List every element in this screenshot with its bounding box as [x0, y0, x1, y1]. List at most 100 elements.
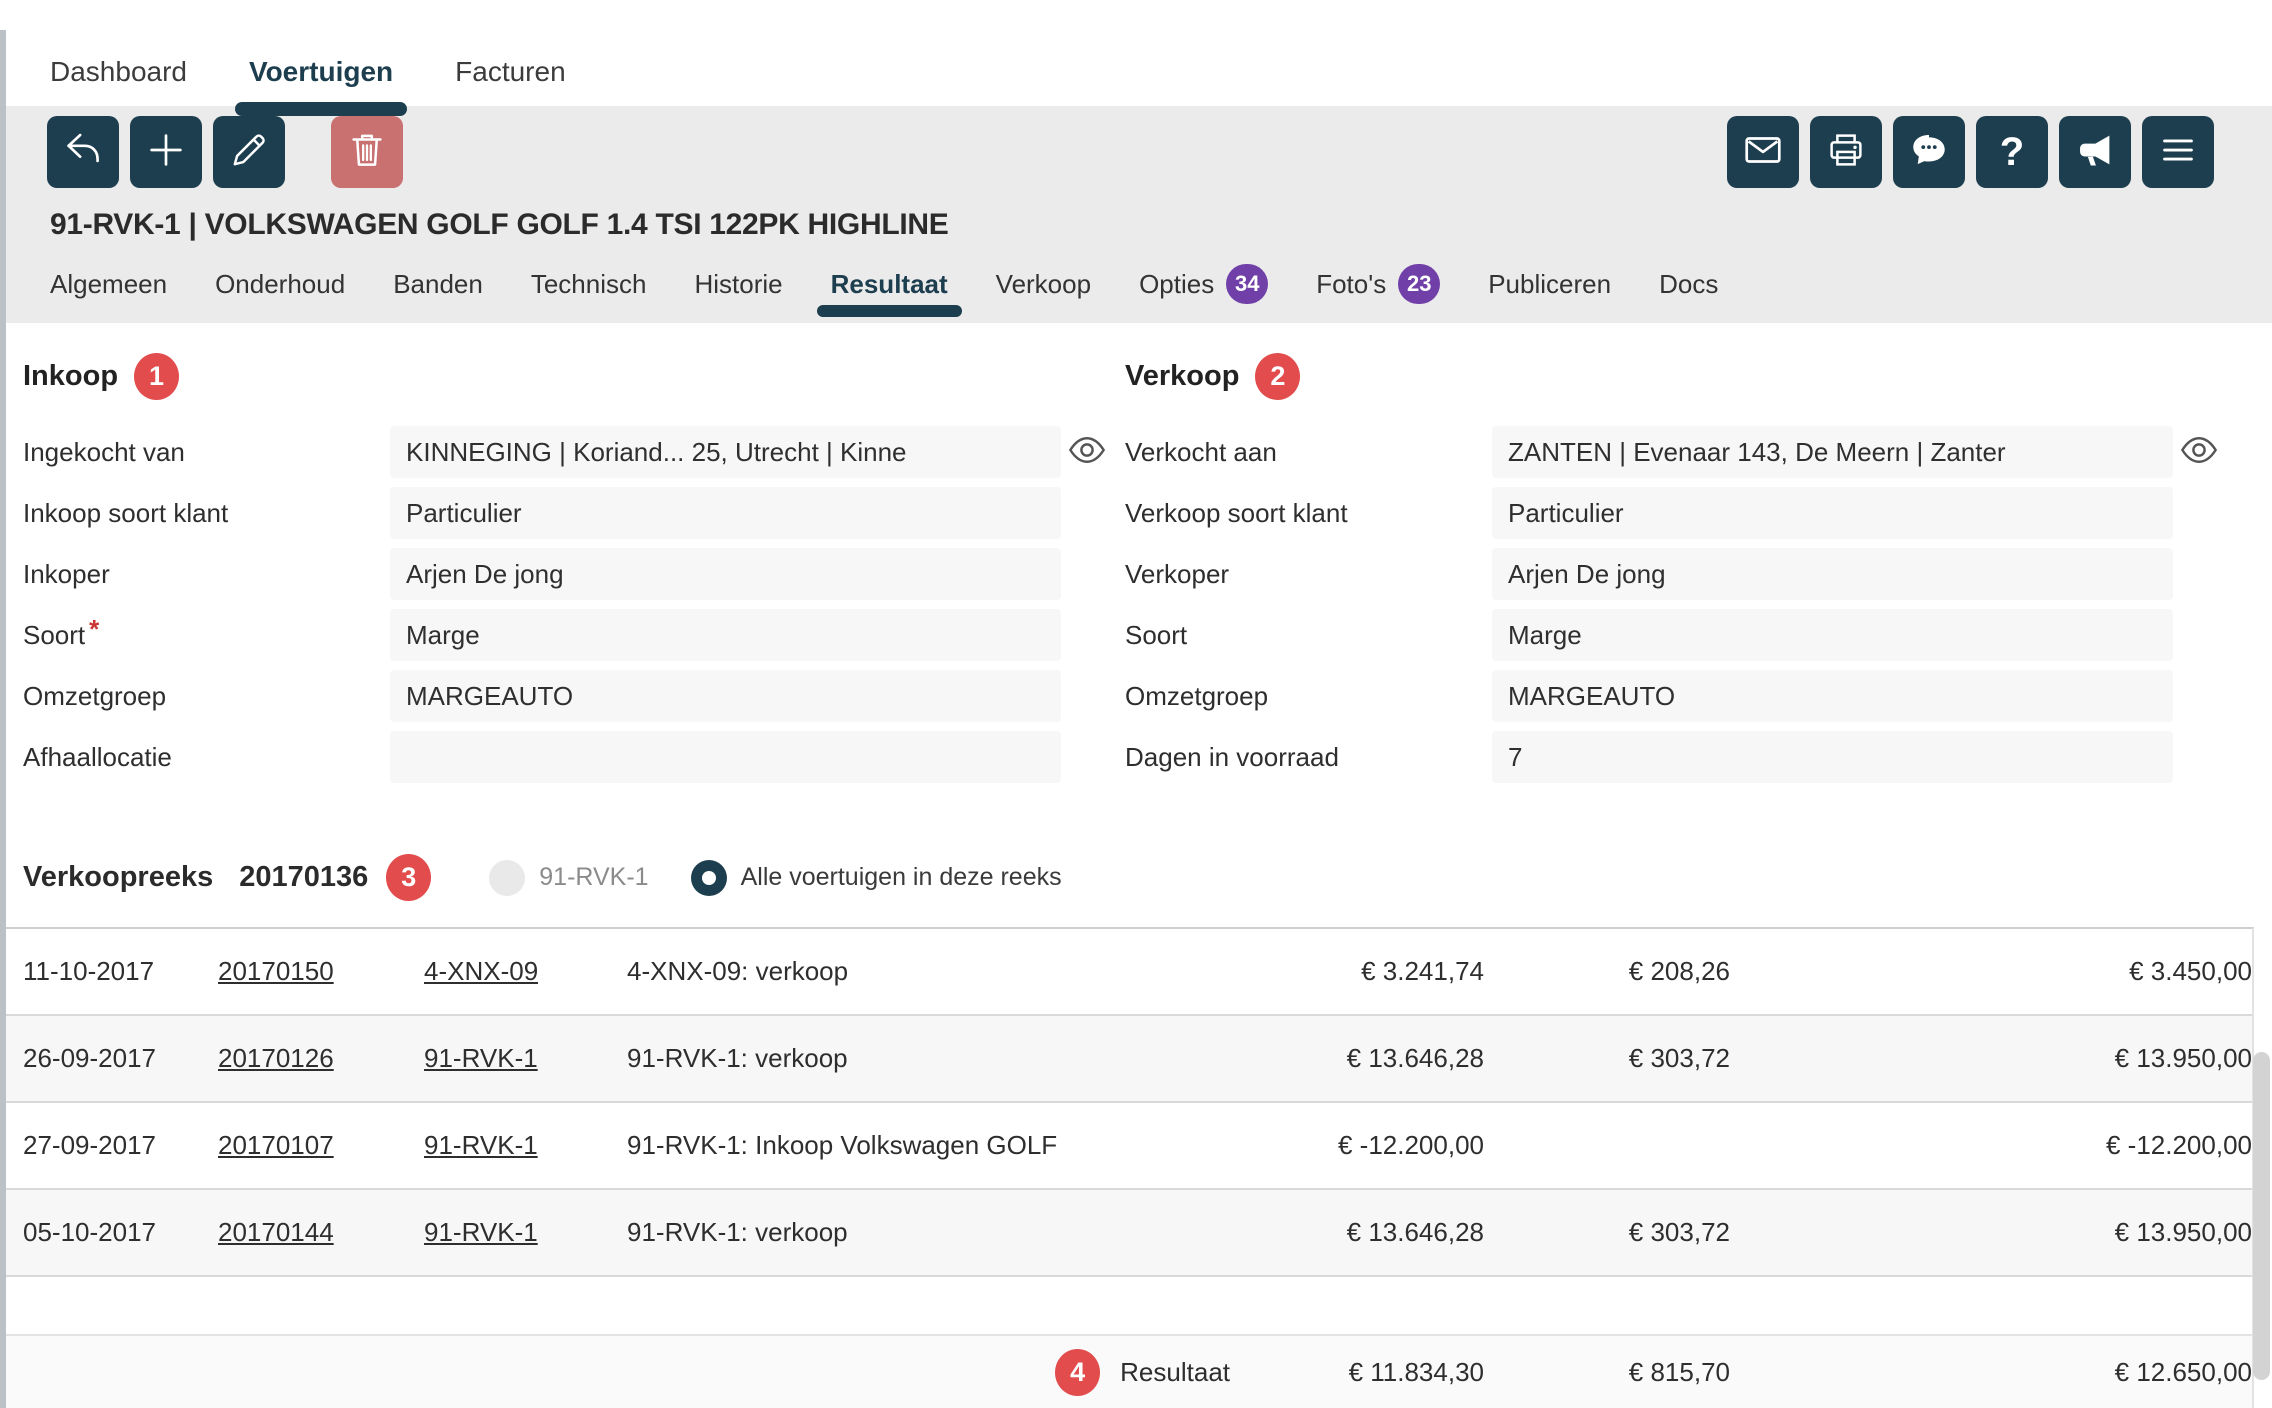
subtab-historie[interactable]: Historie: [694, 269, 782, 300]
tab-facturen[interactable]: Facturen: [455, 56, 566, 88]
row-description: 4-XNX-09: verkoop: [627, 956, 1244, 987]
invoice-link[interactable]: 20170107: [218, 1130, 334, 1161]
printer-icon: [1823, 127, 1869, 178]
inkoper-value[interactable]: Arjen De jong: [390, 548, 1061, 600]
eye-icon: [2178, 429, 2220, 476]
ingekocht-van-value[interactable]: KINNEGING | Koriand... 25, Utrecht | Kin…: [390, 426, 1061, 478]
subtab-banden[interactable]: Banden: [393, 269, 483, 300]
megaphone-icon: [2072, 127, 2118, 178]
invoice-link[interactable]: 20170126: [218, 1043, 334, 1074]
radio-all-vehicles-label[interactable]: Alle voertuigen in deze reeks: [741, 863, 1062, 892]
field-verkoop-soort-klant: Verkoop soort klant Particulier: [1125, 487, 2225, 539]
field-dagen-in-voorraad: Dagen in voorraad 7: [1125, 731, 2225, 783]
subtab-opties[interactable]: Opties 34: [1139, 264, 1268, 304]
add-icon: [143, 127, 189, 178]
app-window: Dashboard Voertuigen Facturen: [0, 0, 2272, 1408]
afhaallocatie-value[interactable]: [390, 731, 1061, 783]
announce-button[interactable]: [2059, 116, 2131, 188]
amount-total: € 3.450,00: [1730, 956, 2252, 987]
back-icon: [60, 127, 106, 178]
edit-pencil-icon: [226, 127, 272, 178]
print-button[interactable]: [1810, 116, 1882, 188]
verkoopreeks-table: 11-10-2017 20170150 4-XNX-09 4-XNX-09: v…: [0, 927, 2254, 1408]
amount-vat: € 208,26: [1484, 956, 1730, 987]
subtab-fotos[interactable]: Foto's 23: [1316, 264, 1440, 304]
view-supplier-button[interactable]: [1061, 429, 1113, 476]
email-button[interactable]: [1727, 116, 1799, 188]
view-customer-button[interactable]: [2173, 429, 2225, 476]
back-button[interactable]: [47, 116, 119, 188]
row-description: 91-RVK-1: verkoop: [627, 1043, 1244, 1074]
subtab-docs[interactable]: Docs: [1659, 269, 1718, 300]
field-inkoop-soort-klant: Inkoop soort klant Particulier: [23, 487, 1113, 539]
eye-icon: [1066, 429, 1108, 476]
subtab-resultaat[interactable]: Resultaat: [831, 269, 948, 300]
amount-total: € 13.950,00: [1730, 1043, 2252, 1074]
radio-single-vehicle[interactable]: [489, 860, 525, 896]
plate-link[interactable]: 91-RVK-1: [424, 1043, 538, 1074]
plate-link[interactable]: 91-RVK-1: [424, 1217, 538, 1248]
result-step-badge: 4: [1055, 1349, 1100, 1396]
table-row: 11-10-2017 20170150 4-XNX-09 4-XNX-09: v…: [0, 929, 2252, 1016]
verkoop-soort-value[interactable]: Marge: [1492, 609, 2173, 661]
table-row: 05-10-2017 20170144 91-RVK-1 91-RVK-1: v…: [0, 1190, 2252, 1277]
edit-button[interactable]: [213, 116, 285, 188]
help-button[interactable]: ?: [1976, 116, 2048, 188]
vertical-scrollbar-thumb[interactable]: [2253, 1052, 2270, 1380]
subtab-onderhoud[interactable]: Onderhoud: [215, 269, 345, 300]
inkoop-soort-klant-value[interactable]: Particulier: [390, 487, 1061, 539]
row-description: 91-RVK-1: verkoop: [627, 1217, 1244, 1248]
tab-voertuigen[interactable]: Voertuigen: [249, 56, 393, 88]
verkoop-title: Verkoop: [1125, 360, 1239, 393]
table-spacer-row: [0, 1277, 2252, 1336]
plate-link[interactable]: 91-RVK-1: [424, 1130, 538, 1161]
dagen-in-voorraad-value[interactable]: 7: [1492, 731, 2173, 783]
add-button[interactable]: [130, 116, 202, 188]
tab-dashboard[interactable]: Dashboard: [50, 56, 187, 88]
help-icon: ?: [2000, 132, 2024, 172]
amount-net: € 13.646,28: [1244, 1217, 1484, 1248]
field-verkocht-aan: Verkocht aan ZANTEN | Evenaar 143, De Me…: [1125, 426, 2225, 478]
result-label: Resultaat: [1120, 1357, 1230, 1388]
row-date: 27-09-2017: [23, 1130, 218, 1161]
verkoper-value[interactable]: Arjen De jong: [1492, 548, 2173, 600]
verkocht-aan-value[interactable]: ZANTEN | Evenaar 143, De Meern | Zanter: [1492, 426, 2173, 478]
field-label: Afhaallocatie: [23, 742, 390, 773]
field-label: Soort*: [23, 620, 390, 651]
series-filter-radios: 91-RVK-1 Alle voertuigen in deze reeks: [489, 860, 1061, 896]
result-tab-content: Inkoop 1 Ingekocht van KINNEGING | Koria…: [0, 323, 2272, 1408]
invoice-link[interactable]: 20170144: [218, 1217, 334, 1248]
subtab-algemeen[interactable]: Algemeen: [50, 269, 167, 300]
chat-button[interactable]: [1893, 116, 1965, 188]
verkoop-soort-klant-value[interactable]: Particulier: [1492, 487, 2173, 539]
subtab-publiceren[interactable]: Publiceren: [1488, 269, 1611, 300]
field-inkoper: Inkoper Arjen De jong: [23, 548, 1113, 600]
field-verkoper: Verkoper Arjen De jong: [1125, 548, 2225, 600]
invoice-link[interactable]: 20170150: [218, 956, 334, 987]
left-edge-strip: [0, 30, 6, 1408]
chat-icon: [1906, 127, 1952, 178]
field-label: Dagen in voorraad: [1125, 742, 1492, 773]
radio-all-vehicles[interactable]: [691, 860, 727, 896]
amount-total: € 13.950,00: [1730, 1217, 2252, 1248]
vehicle-header-panel: ? 91-RVK-1 | VOLKSWAGEN GOLF GOLF 1.4 TS…: [0, 106, 2272, 323]
field-label: Omzetgroep: [1125, 681, 1492, 712]
inkoop-title: Inkoop: [23, 360, 118, 393]
subtab-opties-label: Opties: [1139, 269, 1214, 300]
subtab-verkoop[interactable]: Verkoop: [996, 269, 1091, 300]
row-description: 91-RVK-1: Inkoop Volkswagen GOLF: [627, 1130, 1244, 1161]
envelope-icon: [1740, 127, 1786, 178]
field-inkoop-omzetgroep: Omzetgroep MARGEAUTO: [23, 670, 1113, 722]
delete-button[interactable]: [331, 116, 403, 188]
plate-link[interactable]: 4-XNX-09: [424, 956, 538, 987]
verkoop-step-badge: 2: [1255, 353, 1300, 400]
inkoop-omzetgroep-value[interactable]: MARGEAUTO: [390, 670, 1061, 722]
opties-count-badge: 34: [1226, 264, 1268, 304]
result-amount-total: € 12.650,00: [1730, 1357, 2252, 1388]
menu-button[interactable]: [2142, 116, 2214, 188]
inkoop-soort-value[interactable]: Marge: [390, 609, 1061, 661]
inkoop-section: Inkoop 1 Ingekocht van KINNEGING | Koria…: [23, 349, 1113, 792]
radio-single-vehicle-label[interactable]: 91-RVK-1: [539, 863, 648, 892]
verkoop-omzetgroep-value[interactable]: MARGEAUTO: [1492, 670, 2173, 722]
subtab-technisch[interactable]: Technisch: [531, 269, 647, 300]
